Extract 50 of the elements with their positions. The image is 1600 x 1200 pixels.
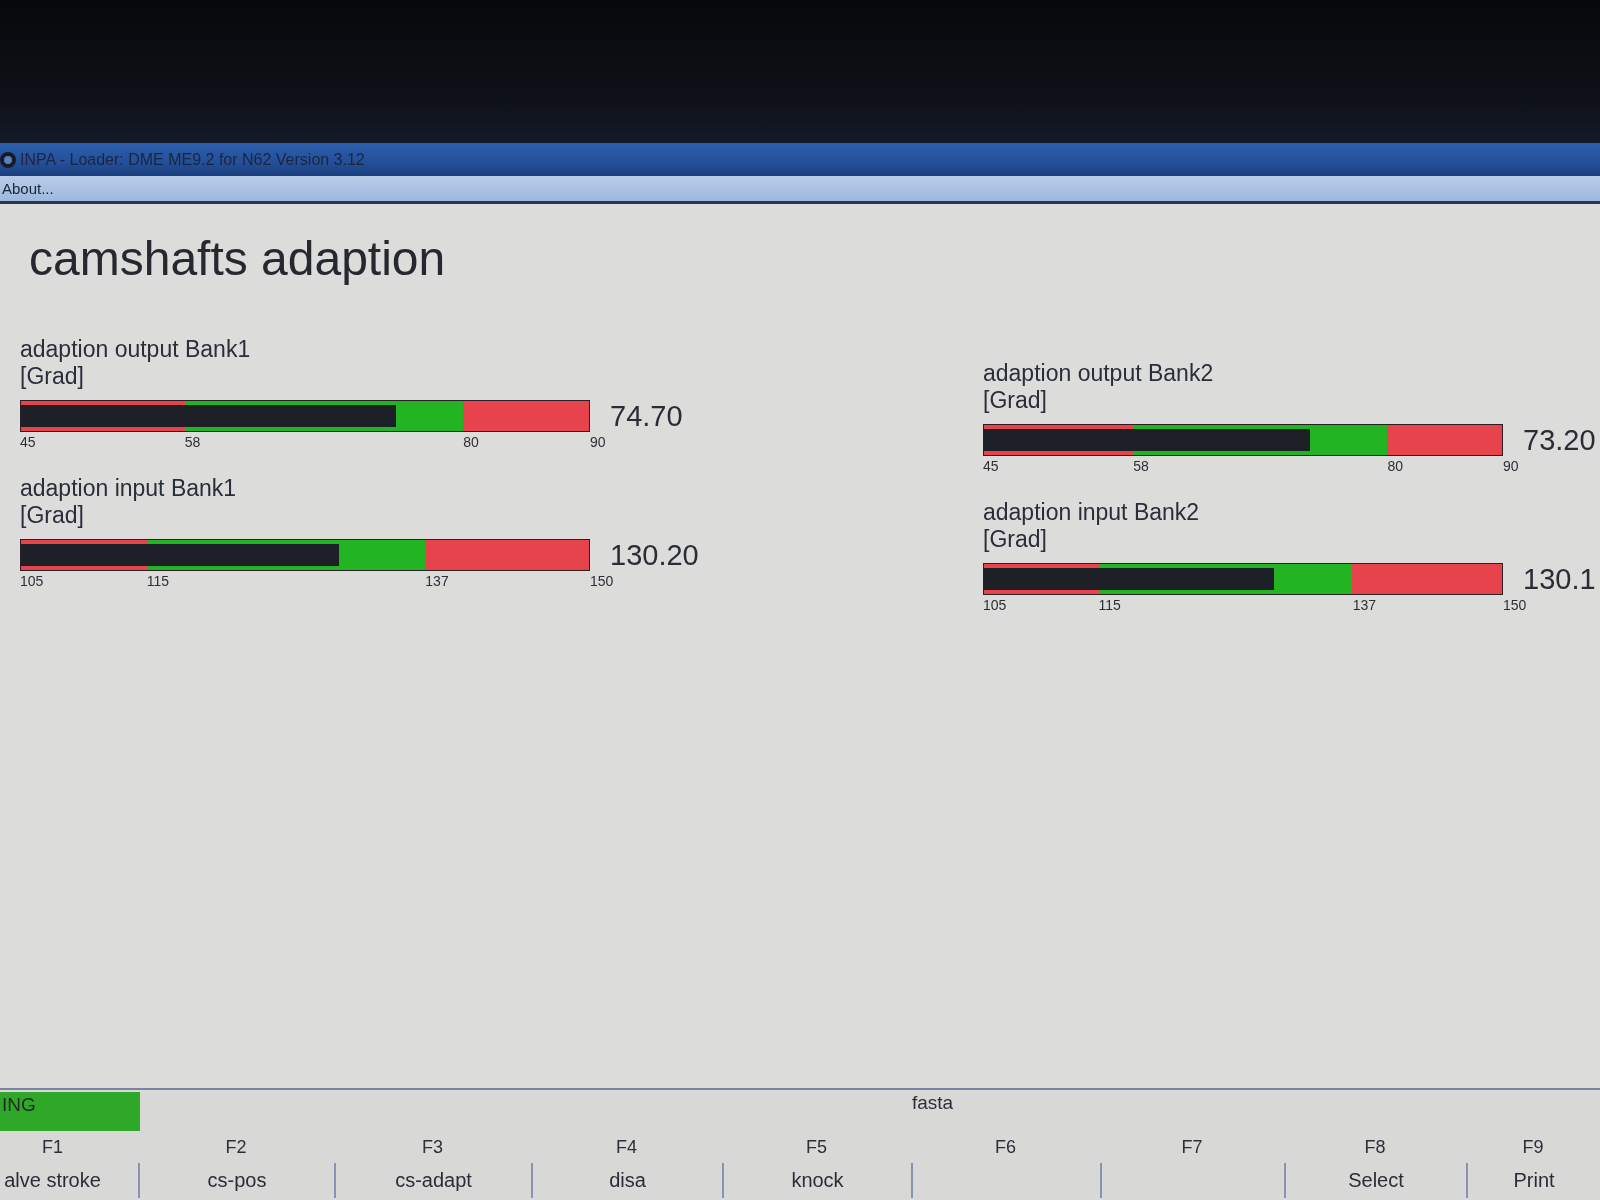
gauge-label: adaption output Bank2 — [983, 359, 1214, 387]
window-icon — [0, 151, 16, 168]
gauge-reading: 73.20 — [1523, 423, 1596, 456]
function-key-button[interactable]: cs-adapt — [393, 1169, 474, 1192]
window-title: INPA - Loader: DME ME9.2 for N62 Version 3.12 — [20, 150, 365, 169]
gauge-label: adaption input Bank2 — [983, 498, 1200, 526]
scale-label: 90 — [590, 434, 606, 450]
key-caption: F5 — [806, 1136, 827, 1158]
gauge-reading: 130.20 — [610, 538, 699, 571]
scale-label: 45 — [983, 458, 999, 474]
scale-label: 115 — [146, 573, 169, 589]
scale-label: 137 — [1352, 597, 1377, 613]
scale-label: 150 — [1503, 597, 1527, 613]
status-text: fasta — [911, 1092, 954, 1114]
function-key-button[interactable]: Select — [1346, 1169, 1406, 1192]
scale-label: 105 — [983, 597, 1007, 613]
scale-label: 80 — [463, 434, 479, 450]
scale-label: 58 — [184, 434, 201, 450]
gauge-reading: 130.1 — [1523, 562, 1596, 595]
function-key-button[interactable]: disa — [607, 1169, 648, 1192]
key-caption: F4 — [616, 1136, 637, 1158]
key-caption: F2 — [225, 1136, 247, 1158]
scale-label: 45 — [20, 434, 36, 450]
key-caption: F7 — [1181, 1136, 1203, 1158]
function-key-button[interactable]: cs-pos — [205, 1169, 269, 1192]
gauge-reading: 74.70 — [610, 399, 683, 432]
scale-label: 105 — [20, 573, 44, 589]
page-title: camshafts adaption — [29, 231, 446, 287]
scale-label: 58 — [1133, 458, 1149, 474]
menu-item[interactable]: About... — [0, 180, 56, 197]
key-caption: F3 — [422, 1136, 443, 1158]
scale-label: 115 — [1098, 597, 1121, 613]
unit-label: [Grad] — [20, 362, 84, 390]
function-key-button[interactable]: knock — [789, 1169, 846, 1192]
scale-label: 90 — [1503, 458, 1519, 474]
status-indicator: ING — [0, 1092, 140, 1131]
key-caption: F1 — [42, 1136, 63, 1158]
key-caption: F6 — [995, 1136, 1016, 1158]
scale-label: 137 — [425, 573, 449, 589]
scale-label: 150 — [590, 573, 614, 589]
gauge-label: adaption output Bank1 — [20, 335, 251, 363]
key-caption: F8 — [1364, 1136, 1386, 1158]
function-key-button[interactable]: alve stroke — [2, 1169, 103, 1192]
unit-label: [Grad] — [983, 525, 1047, 553]
key-caption: F9 — [1522, 1136, 1544, 1158]
unit-label: [Grad] — [983, 386, 1047, 414]
gauge-label: adaption input Bank1 — [20, 474, 237, 502]
function-key-button[interactable]: Print — [1511, 1169, 1557, 1192]
scale-label: 80 — [1387, 458, 1403, 474]
unit-label: [Grad] — [20, 501, 84, 529]
